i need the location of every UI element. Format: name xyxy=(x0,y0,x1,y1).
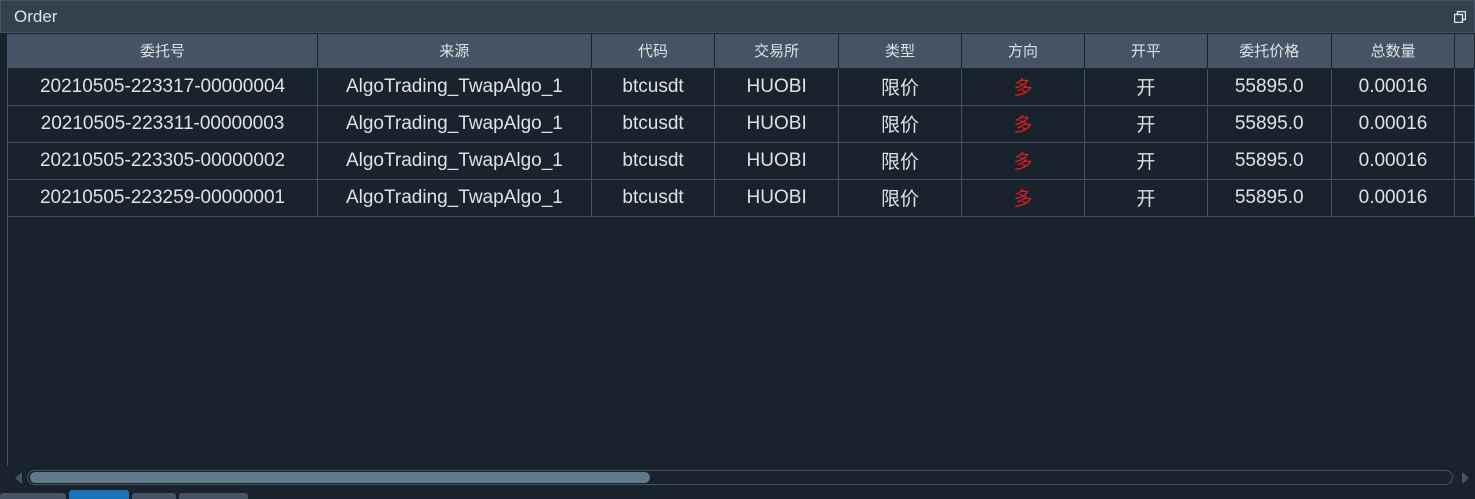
table-cell[interactable]: btcusdt xyxy=(591,68,716,106)
table-cell[interactable]: 20210505-223305-00000002 xyxy=(8,142,319,180)
table-cell[interactable]: 55895.0 xyxy=(1207,68,1332,106)
table-cell[interactable]: 20210505-223259-00000001 xyxy=(8,179,319,217)
scrollbar-thumb[interactable] xyxy=(30,472,650,483)
column-header[interactable]: 委托价格 xyxy=(1207,34,1332,69)
column-header[interactable]: 总数量 xyxy=(1331,34,1456,69)
table-cell[interactable]: 多 xyxy=(961,142,1085,180)
dock-tab-bar xyxy=(0,490,1475,499)
table-cell[interactable]: 开 xyxy=(1084,179,1208,217)
table-cell-filler xyxy=(1454,179,1475,217)
column-header-filler xyxy=(1454,34,1475,69)
column-header[interactable]: 交易所 xyxy=(714,34,839,69)
table-cell[interactable]: HUOBI xyxy=(714,105,839,143)
table-cell[interactable]: 多 xyxy=(961,68,1085,106)
table-cell[interactable]: 55895.0 xyxy=(1207,179,1332,217)
table-cell-filler xyxy=(1454,68,1475,106)
table-row[interactable]: 20210505-223305-00000002 AlgoTrading_Twap… xyxy=(8,142,1475,180)
table-cell[interactable]: AlgoTrading_TwapAlgo_1 xyxy=(317,105,592,143)
column-header[interactable]: 委托号 xyxy=(8,34,319,69)
table-cell[interactable]: btcusdt xyxy=(591,142,716,180)
order-dock-widget: Order 委托号 来源 代码 交易所 类型 方向 开平 委托价格 总数量 20210505-2… xyxy=(0,0,1475,499)
table-row[interactable]: 20210505-223259-00000001 AlgoTrading_Twap… xyxy=(8,179,1475,217)
dock-tab-3[interactable] xyxy=(132,493,176,499)
table-cell-filler xyxy=(1454,105,1475,143)
table-cell[interactable]: 限价 xyxy=(838,179,963,217)
table-cell[interactable]: btcusdt xyxy=(591,105,716,143)
arrow-right-icon[interactable] xyxy=(1462,472,1469,484)
table-cell[interactable]: 0.00016 xyxy=(1331,142,1456,180)
table-cell[interactable]: 0.00016 xyxy=(1331,68,1456,106)
table-cell[interactable]: 55895.0 xyxy=(1207,105,1332,143)
table-header-row: 委托号 来源 代码 交易所 类型 方向 开平 委托价格 总数量 xyxy=(8,34,1475,69)
column-header[interactable]: 方向 xyxy=(961,34,1085,69)
table-cell[interactable]: AlgoTrading_TwapAlgo_1 xyxy=(317,142,592,180)
table-cell[interactable]: 55895.0 xyxy=(1207,142,1332,180)
table-cell-filler xyxy=(1454,142,1475,180)
column-header[interactable]: 来源 xyxy=(317,34,592,69)
dock-tab-1[interactable] xyxy=(0,493,66,499)
table-cell[interactable]: 开 xyxy=(1084,142,1208,180)
table-cell[interactable]: HUOBI xyxy=(714,68,839,106)
dock-tab-4[interactable] xyxy=(179,493,248,499)
table-cell[interactable]: 开 xyxy=(1084,68,1208,106)
column-header[interactable]: 类型 xyxy=(838,34,963,69)
table-cell[interactable]: 多 xyxy=(961,105,1085,143)
table-cell[interactable]: 限价 xyxy=(838,105,963,143)
dock-tab-2[interactable] xyxy=(69,490,129,499)
table-cell[interactable]: 0.00016 xyxy=(1331,105,1456,143)
arrow-left-icon[interactable] xyxy=(15,472,22,484)
table-cell[interactable]: AlgoTrading_TwapAlgo_1 xyxy=(317,179,592,217)
table-row[interactable]: 20210505-223311-00000003 AlgoTrading_Twap… xyxy=(8,105,1475,143)
table-cell[interactable]: HUOBI xyxy=(714,142,839,180)
table-cell[interactable]: 20210505-223317-00000004 xyxy=(8,68,319,106)
table-cell[interactable]: 限价 xyxy=(838,142,963,180)
table-cell[interactable]: AlgoTrading_TwapAlgo_1 xyxy=(317,68,592,106)
table-cell[interactable]: 多 xyxy=(961,179,1085,217)
table-cell[interactable]: 开 xyxy=(1084,105,1208,143)
table-cell[interactable]: 限价 xyxy=(838,68,963,106)
order-table[interactable]: 委托号 来源 代码 交易所 类型 方向 开平 委托价格 总数量 20210505-223317-… xyxy=(7,34,1475,466)
table-row[interactable]: 20210505-223317-00000004 AlgoTrading_Twap… xyxy=(8,68,1475,106)
column-header[interactable]: 开平 xyxy=(1084,34,1208,69)
table-cell[interactable]: 20210505-223311-00000003 xyxy=(8,105,319,143)
table-cell[interactable]: HUOBI xyxy=(714,179,839,217)
table-cell[interactable]: 0.00016 xyxy=(1331,179,1456,217)
column-header[interactable]: 代码 xyxy=(591,34,716,69)
horizontal-scrollbar[interactable] xyxy=(7,466,1475,488)
table-cell[interactable]: btcusdt xyxy=(591,179,716,217)
float-window-icon[interactable] xyxy=(1454,11,1466,23)
dock-title-bar[interactable]: Order xyxy=(0,0,1475,33)
dock-title: Order xyxy=(14,7,58,26)
